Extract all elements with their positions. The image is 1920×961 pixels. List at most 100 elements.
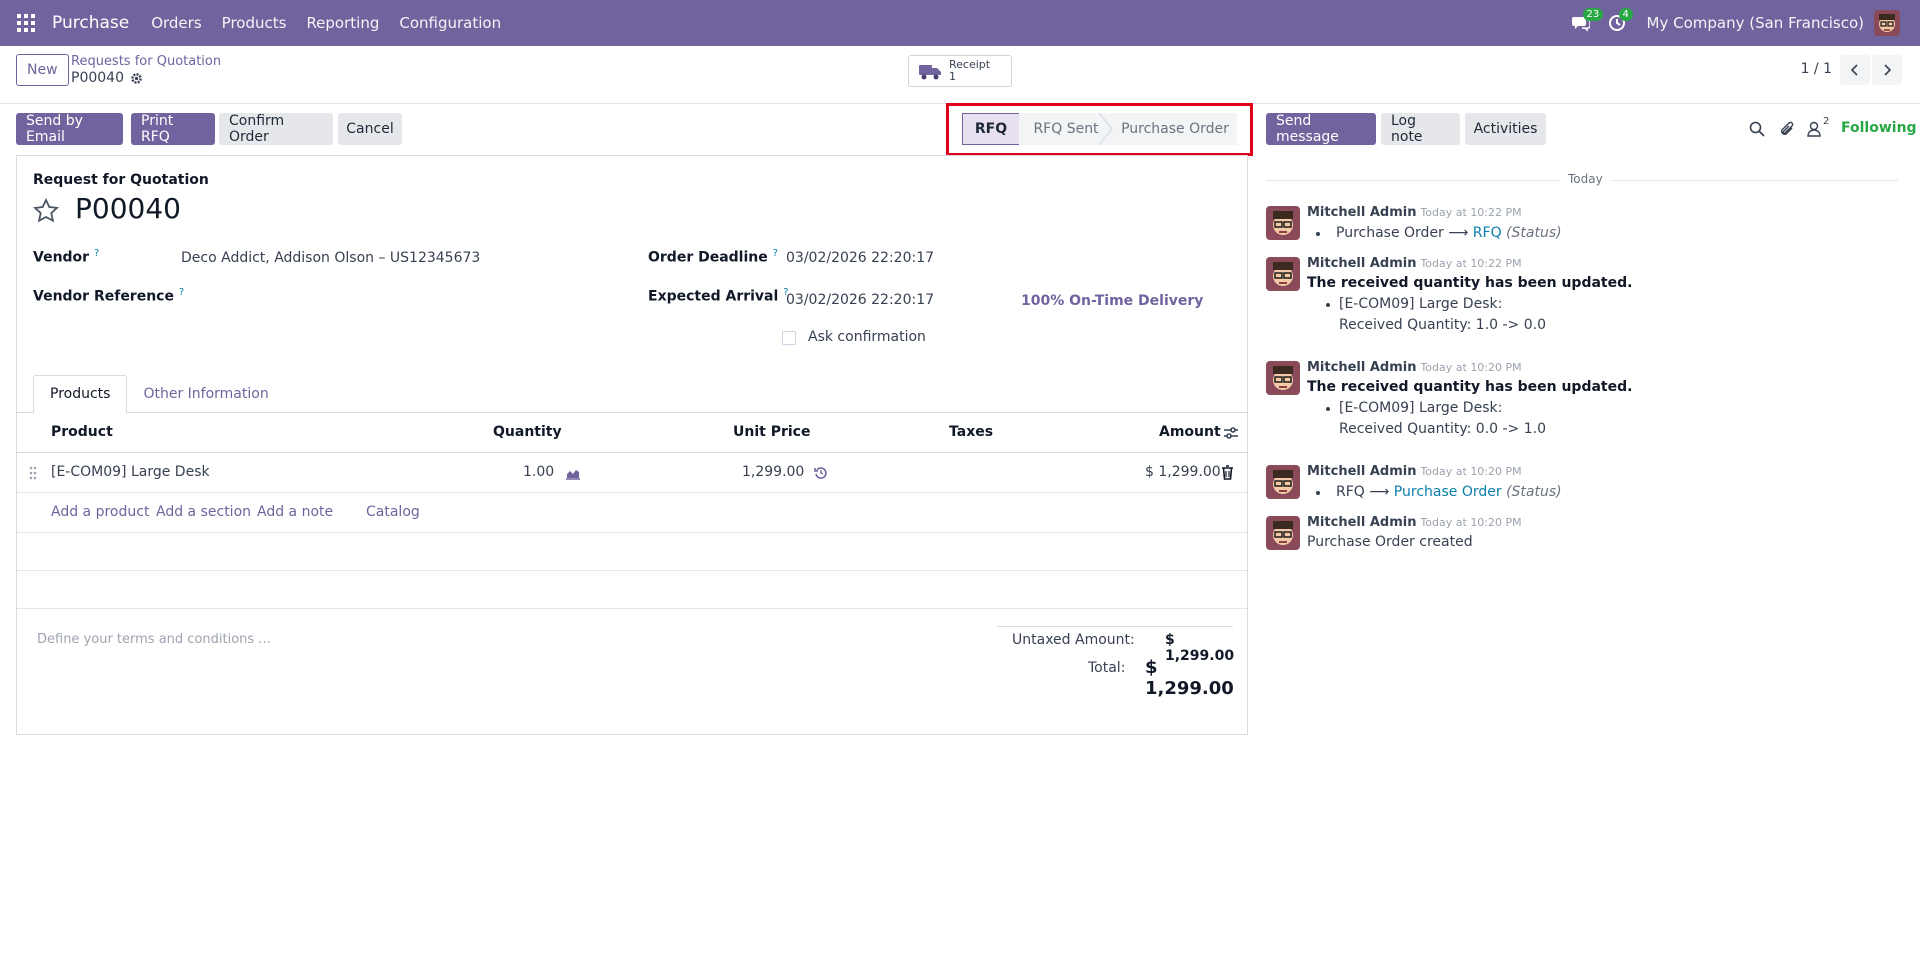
message-time: Today at 10:20 PM [1420, 516, 1522, 529]
new-button[interactable]: New [16, 54, 69, 86]
bullet [1316, 232, 1320, 236]
pager-previous-button[interactable] [1840, 55, 1870, 85]
add-note-link[interactable]: Add a note [257, 504, 333, 520]
line-amount: $ 1,299.00 [1145, 464, 1221, 480]
column-unit-price[interactable]: Unit Price [733, 424, 810, 440]
vendor-field[interactable]: Deco Addict, Addison Olson – US12345673 [181, 250, 480, 266]
avatar[interactable] [1266, 257, 1300, 291]
empty-row [17, 571, 1247, 609]
untaxed-amount-label: Untaxed Amount: [1012, 632, 1135, 648]
gear-icon[interactable] [130, 72, 143, 85]
print-rfq-button[interactable]: Print RFQ [131, 113, 215, 145]
column-settings-icon[interactable] [1223, 426, 1239, 440]
send-by-email-button[interactable]: Send by Email [16, 113, 123, 145]
truck-icon [919, 65, 941, 80]
menu-orders[interactable]: Orders [151, 14, 201, 32]
activities-button[interactable]: Activities [1465, 113, 1546, 145]
terms-and-conditions-field[interactable]: Define your terms and conditions ... [37, 632, 271, 647]
line-product[interactable]: [E-COM09] Large Desk [51, 464, 210, 480]
tracking-value: RFQ ⟶ Purchase Order (Status) [1336, 484, 1562, 500]
add-line-row: Add a product Add a section Add a note C… [17, 493, 1247, 533]
avatar[interactable] [1266, 516, 1300, 550]
chevron-right-icon [1884, 64, 1892, 76]
add-section-link[interactable]: Add a section [156, 504, 251, 520]
history-icon[interactable] [814, 466, 828, 480]
confirm-order-button[interactable]: Confirm Order [219, 113, 333, 145]
help-icon[interactable]: ? [94, 248, 99, 259]
app-name[interactable]: Purchase [52, 13, 129, 33]
message-detail: Received Quantity: 1.0 -> 0.0 [1339, 317, 1547, 333]
notebook-tabs: Products Other Information [33, 375, 285, 413]
star-icon[interactable] [33, 198, 59, 224]
tab-products[interactable]: Products [33, 375, 128, 413]
line-quantity[interactable]: 1.00 [523, 464, 554, 480]
avatar[interactable] [1266, 361, 1300, 395]
help-icon[interactable]: ? [773, 248, 778, 259]
trash-icon[interactable] [1221, 465, 1234, 480]
table-row[interactable]: [E-COM09] Large Desk 1.00 1,299.00 $ 1,2… [17, 453, 1247, 493]
column-taxes[interactable]: Taxes [949, 424, 993, 440]
column-amount[interactable]: Amount [1159, 424, 1221, 440]
message-item: [E-COM09] Large Desk: [1339, 400, 1503, 416]
column-product[interactable]: Product [51, 424, 113, 440]
expected-arrival-label: Expected Arrival ? [648, 287, 789, 305]
menu-products[interactable]: Products [222, 14, 287, 32]
order-lines-header: Product Quantity Unit Price Taxes Amount [17, 413, 1247, 453]
log-note-button[interactable]: Log note [1381, 113, 1460, 145]
search-icon[interactable] [1749, 121, 1765, 137]
message-detail: Received Quantity: 0.0 -> 1.0 [1339, 421, 1547, 437]
bullet [1326, 407, 1330, 411]
drag-handle-icon[interactable] [29, 466, 37, 480]
receipt-count: 1 [949, 70, 956, 83]
receipt-smart-button[interactable]: Receipt 1 [908, 55, 1012, 87]
avatar[interactable] [1266, 206, 1300, 240]
message-author: Mitchell Admin Today at 10:20 PM [1307, 360, 1522, 375]
forecast-chart-icon[interactable] [565, 466, 581, 480]
add-product-link[interactable]: Add a product [51, 504, 149, 520]
message-time: Today at 10:20 PM [1420, 465, 1522, 478]
message-time: Today at 10:20 PM [1420, 361, 1522, 374]
following-button[interactable]: Following [1841, 120, 1917, 136]
user-avatar[interactable] [1874, 10, 1900, 36]
activities-counter: 4 [1618, 8, 1633, 21]
tracking-value: Purchase Order ⟶ RFQ (Status) [1336, 225, 1562, 241]
breadcrumb[interactable]: Requests for Quotation [71, 54, 221, 69]
total-label: Total: [1088, 660, 1126, 676]
column-quantity[interactable]: Quantity [493, 424, 562, 440]
form-title-label: Request for Quotation [33, 172, 209, 188]
avatar[interactable] [1266, 465, 1300, 499]
message-time: Today at 10:22 PM [1420, 257, 1522, 270]
help-icon[interactable]: ? [179, 287, 184, 298]
form-sheet: Request for Quotation P00040 Vendor ? De… [16, 155, 1248, 735]
order-deadline-field[interactable]: 03/02/2026 22:20:17 [786, 250, 934, 266]
message-author: Mitchell Admin Today at 10:22 PM [1307, 205, 1522, 220]
cancel-button[interactable]: Cancel [338, 113, 402, 145]
apps-menu-icon[interactable] [0, 0, 52, 46]
menu-configuration[interactable]: Configuration [399, 14, 501, 32]
menu-reporting[interactable]: Reporting [306, 14, 379, 32]
control-panel: New Requests for Quotation P00040 Receip… [0, 46, 1920, 104]
message-item: [E-COM09] Large Desk: [1339, 296, 1503, 312]
pager-next-button[interactable] [1872, 55, 1902, 85]
pager-value[interactable]: 1 / 1 [1801, 61, 1832, 77]
message-author: Mitchell Admin Today at 10:20 PM [1307, 515, 1522, 530]
ask-confirmation-label: Ask confirmation [808, 329, 926, 345]
messages-button[interactable]: 23 [1563, 0, 1604, 46]
company-switcher[interactable]: My Company (San Francisco) [1647, 14, 1864, 32]
line-unit-price[interactable]: 1,299.00 [742, 464, 804, 480]
catalog-link[interactable]: Catalog [366, 504, 420, 520]
message-title: The received quantity has been updated. [1307, 379, 1633, 395]
ask-confirmation-checkbox[interactable] [782, 331, 796, 345]
on-time-delivery-link[interactable]: 100% On-Time Delivery [1021, 293, 1203, 309]
activities-button[interactable]: 4 [1599, 0, 1635, 46]
chevron-left-icon [1850, 64, 1858, 76]
bullet [1316, 491, 1320, 495]
tab-other-information[interactable]: Other Information [127, 375, 284, 413]
send-message-button[interactable]: Send message [1266, 113, 1376, 145]
message-author: Mitchell Admin Today at 10:22 PM [1307, 256, 1522, 271]
totals-divider [997, 626, 1233, 627]
paperclip-icon[interactable] [1779, 121, 1795, 137]
expected-arrival-field[interactable]: 03/02/2026 22:20:17 [786, 292, 934, 308]
record-name-text: P00040 [71, 70, 124, 86]
followers-icon[interactable] [1807, 121, 1821, 137]
